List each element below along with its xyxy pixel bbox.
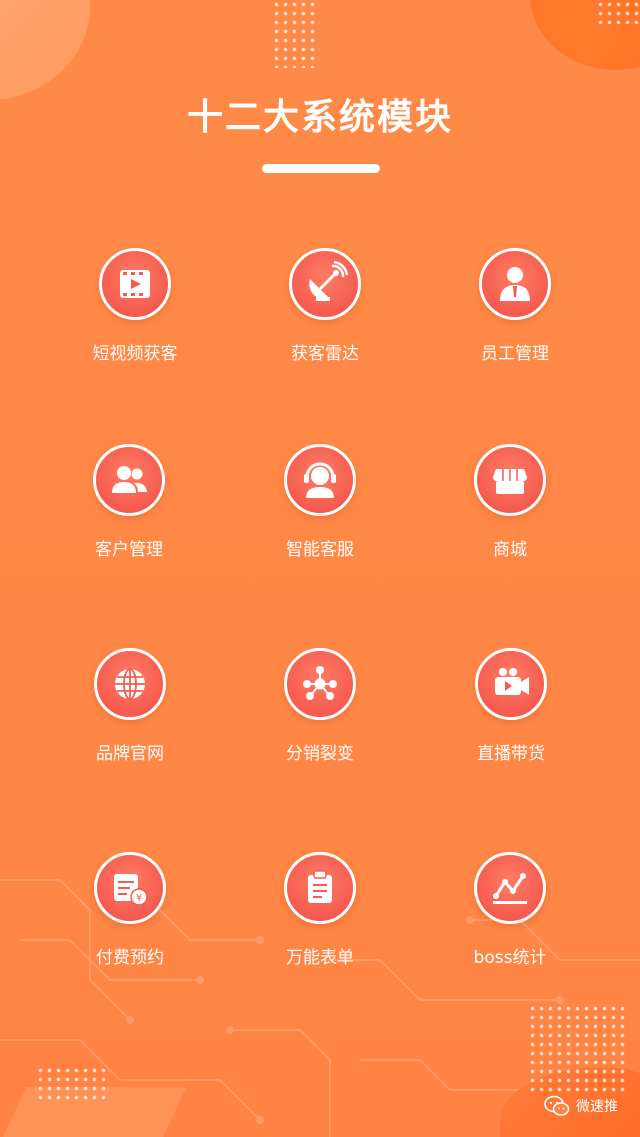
decor-dots-bottom-left	[36, 1066, 108, 1102]
module-label: 直播带货	[477, 744, 545, 764]
module-label: 万能表单	[286, 948, 354, 968]
module-label: 获客雷达	[291, 344, 359, 364]
module-service[interactable]: 智能客服	[220, 444, 420, 574]
booking-icon: ¥	[94, 852, 166, 924]
module-boss-stats[interactable]: boss统计	[410, 852, 610, 982]
decor-dots-top-right	[596, 0, 640, 24]
module-forms[interactable]: 万能表单	[220, 852, 420, 982]
module-label: 商城	[493, 540, 527, 560]
module-short-video[interactable]: 短视频获客	[35, 248, 235, 378]
module-label: boss统计	[473, 948, 547, 968]
module-distribution[interactable]: 分销裂变	[220, 648, 420, 778]
module-customers[interactable]: 客户管理	[29, 444, 229, 574]
decor-blob-top-left	[0, 0, 90, 100]
clipboard-icon	[284, 852, 356, 924]
module-label: 短视频获客	[92, 344, 178, 364]
camera-icon	[475, 648, 547, 720]
network-icon	[284, 648, 356, 720]
module-employee[interactable]: 员工管理	[415, 248, 615, 378]
decor-dots-top	[272, 0, 320, 68]
video-icon	[99, 248, 171, 320]
title-underline	[262, 164, 380, 173]
module-label: 品牌官网	[96, 744, 164, 764]
page-title: 十二大系统模块	[186, 97, 453, 138]
module-label: 客户管理	[95, 540, 163, 560]
module-label: 智能客服	[286, 540, 354, 560]
module-label: 员工管理	[481, 344, 549, 364]
module-paid-booking[interactable]: ¥ 付费预约	[30, 852, 230, 982]
employee-icon	[479, 248, 551, 320]
module-label: 付费预约	[96, 948, 164, 968]
store-icon	[474, 444, 546, 516]
radar-icon	[289, 248, 361, 320]
wechat-icon	[544, 1095, 570, 1116]
decor-dots-bottom-right	[528, 1004, 628, 1092]
module-brand-site[interactable]: 品牌官网	[30, 648, 230, 778]
headset-icon	[284, 444, 356, 516]
module-store[interactable]: 商城	[410, 444, 610, 574]
module-live-sales[interactable]: 直播带货	[411, 648, 611, 778]
stats-icon	[474, 852, 546, 924]
watermark-text: 微速推	[576, 1099, 618, 1115]
customers-icon	[93, 444, 165, 516]
page: 十二大系统模块 短视频获客 获客雷达 员工管理 客户管理 智能客服 商城 品牌官…	[0, 0, 640, 1137]
svg-text:¥: ¥	[136, 893, 142, 904]
watermark: 微速推	[544, 1095, 618, 1117]
module-radar[interactable]: 获客雷达	[225, 248, 425, 378]
globe-icon	[94, 648, 166, 720]
module-label: 分销裂变	[286, 744, 354, 764]
